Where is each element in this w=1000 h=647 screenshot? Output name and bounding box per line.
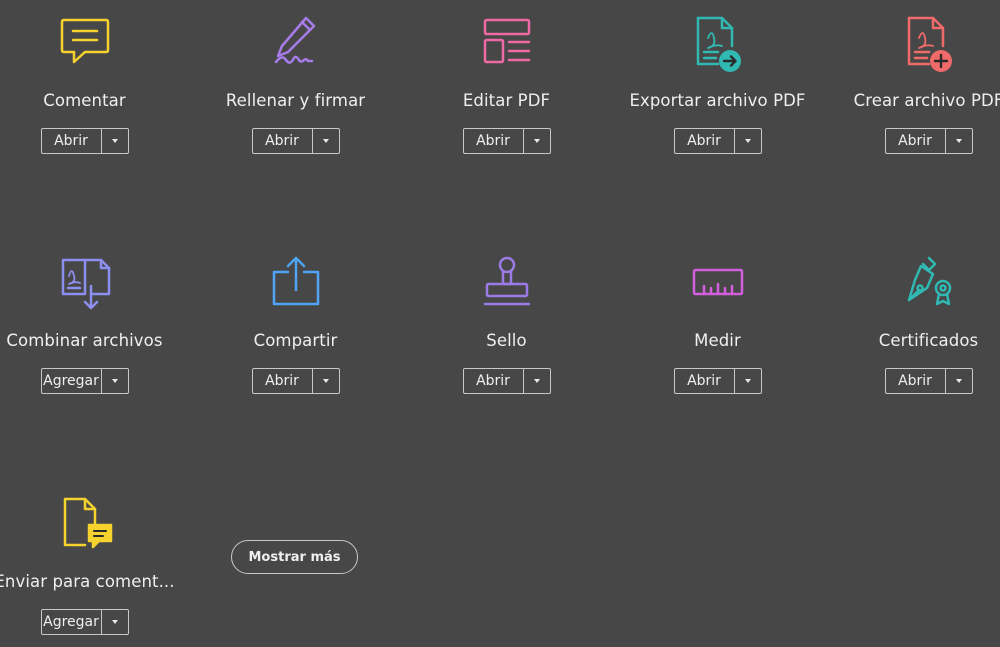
fill-sign-pen-icon[interactable]: [266, 14, 326, 74]
tool-label: Rellenar y firmar: [225, 91, 366, 110]
tool-label: Crear archivo PDF: [853, 91, 1000, 110]
tool-label: Compartir: [253, 331, 338, 350]
tool-editar-pdf: Editar PDF Abrir: [401, 14, 612, 154]
send-comments-icon[interactable]: [55, 495, 115, 555]
dropdown-caret-icon[interactable]: [946, 369, 972, 393]
tool-label: Enviar para coment...: [0, 572, 175, 591]
tool-comentar: Comentar Abrir: [0, 14, 190, 154]
open-button[interactable]: Abrir: [251, 128, 340, 154]
comment-icon[interactable]: [55, 14, 115, 74]
tool-combinar-archivos: Combinar archivos Agregar: [0, 254, 190, 394]
edit-pdf-icon[interactable]: [477, 14, 537, 74]
dropdown-caret-icon[interactable]: [524, 129, 550, 153]
dropdown-caret-icon[interactable]: [735, 129, 761, 153]
measure-ruler-icon[interactable]: [688, 254, 748, 314]
tool-label: Certificados: [878, 331, 979, 350]
dropdown-caret-icon[interactable]: [313, 129, 339, 153]
dropdown-caret-icon[interactable]: [102, 369, 128, 393]
open-button-label[interactable]: Abrir: [253, 129, 313, 153]
tool-exportar-pdf: Exportar archivo PDF Abrir: [612, 14, 823, 154]
open-button-label[interactable]: Abrir: [675, 369, 735, 393]
open-button[interactable]: Abrir: [251, 368, 340, 394]
dropdown-caret-icon[interactable]: [102, 610, 128, 634]
tool-enviar-comentarios: Enviar para coment... Agregar: [0, 495, 190, 635]
dropdown-caret-icon[interactable]: [735, 369, 761, 393]
add-button-label[interactable]: Agregar: [42, 610, 102, 634]
certificate-pen-icon[interactable]: [899, 254, 959, 314]
open-button[interactable]: Abrir: [462, 128, 551, 154]
open-button-label[interactable]: Abrir: [253, 369, 313, 393]
create-pdf-icon[interactable]: [899, 14, 959, 74]
tool-label: Sello: [486, 331, 527, 350]
open-button[interactable]: Abrir: [462, 368, 551, 394]
share-icon[interactable]: [266, 254, 326, 314]
combine-files-icon[interactable]: [55, 254, 115, 314]
tool-label: Exportar archivo PDF: [629, 91, 806, 110]
open-button[interactable]: Abrir: [673, 128, 762, 154]
open-button-label[interactable]: Abrir: [464, 369, 524, 393]
open-button-label[interactable]: Abrir: [675, 129, 735, 153]
show-more-button[interactable]: Mostrar más: [231, 540, 358, 574]
add-button[interactable]: Agregar: [40, 368, 129, 394]
tool-certificados: Certificados Abrir: [823, 254, 1000, 394]
open-button-label[interactable]: Abrir: [886, 369, 946, 393]
tool-label: Editar PDF: [462, 91, 551, 110]
add-button-label[interactable]: Agregar: [42, 369, 102, 393]
tool-label: Comentar: [43, 91, 126, 110]
tools-grid: Comentar Abrir Rellenar y firmar Abrir E…: [0, 0, 1000, 647]
stamp-icon[interactable]: [477, 254, 537, 314]
dropdown-caret-icon[interactable]: [102, 129, 128, 153]
tool-rellenar-firmar: Rellenar y firmar Abrir: [190, 14, 401, 154]
tool-crear-pdf: Crear archivo PDF Abrir: [823, 14, 1000, 154]
open-button-label[interactable]: Abrir: [886, 129, 946, 153]
add-button[interactable]: Agregar: [40, 609, 129, 635]
open-button[interactable]: Abrir: [884, 128, 973, 154]
tool-label: Combinar archivos: [6, 331, 163, 350]
open-button[interactable]: Abrir: [884, 368, 973, 394]
dropdown-caret-icon[interactable]: [524, 369, 550, 393]
tool-label: Medir: [694, 331, 741, 350]
open-button-label[interactable]: Abrir: [464, 129, 524, 153]
open-button[interactable]: Abrir: [40, 128, 129, 154]
tool-compartir: Compartir Abrir: [190, 254, 401, 394]
open-button[interactable]: Abrir: [673, 368, 762, 394]
export-pdf-icon[interactable]: [688, 14, 748, 74]
dropdown-caret-icon[interactable]: [313, 369, 339, 393]
tool-medir: Medir Abrir: [612, 254, 823, 394]
tool-sello: Sello Abrir: [401, 254, 612, 394]
open-button-label[interactable]: Abrir: [42, 129, 102, 153]
dropdown-caret-icon[interactable]: [946, 129, 972, 153]
